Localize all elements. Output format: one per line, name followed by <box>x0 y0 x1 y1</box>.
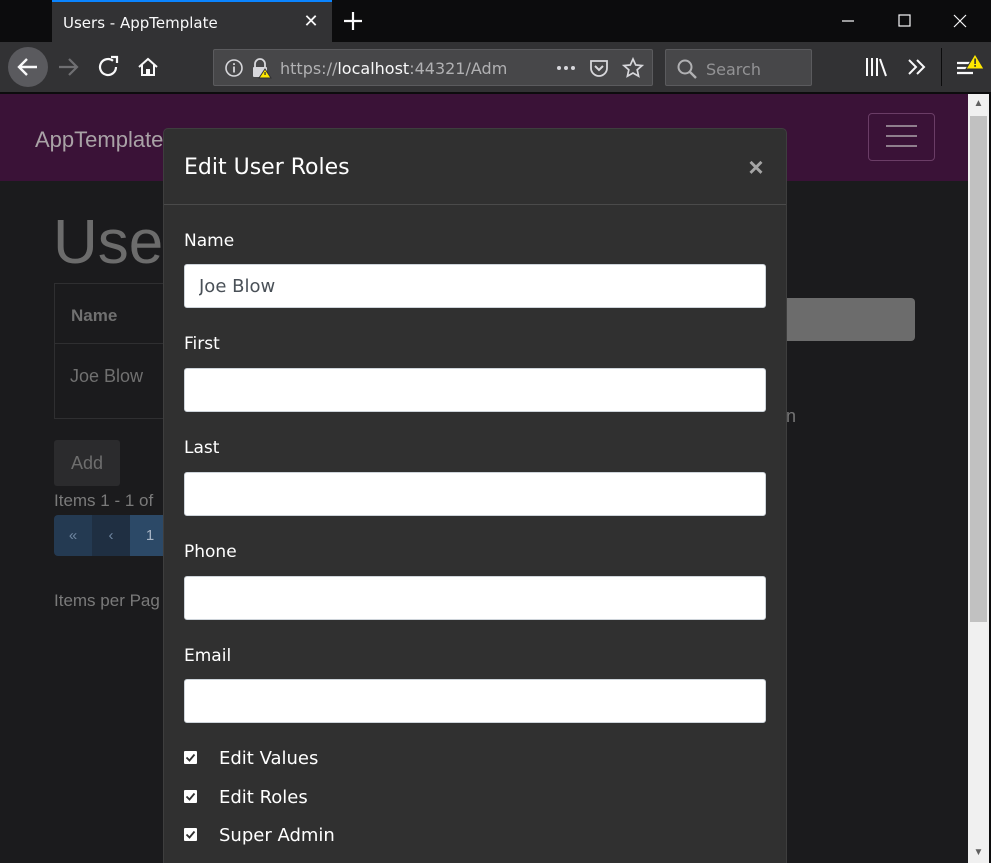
minimize-icon[interactable] <box>820 0 876 42</box>
role-checkbox-row[interactable]: Edit Roles <box>184 787 484 811</box>
hamburger-line <box>886 145 917 147</box>
role-checkbox[interactable] <box>184 751 197 764</box>
page-viewport: AppTemplate User Name Joe Blow n Add Ite… <box>0 94 968 863</box>
table-cell-name: Joe Blow <box>70 366 144 386</box>
last-label: Last <box>184 438 220 458</box>
hamburger-line <box>886 135 917 137</box>
tab-title: Users - AppTemplate <box>63 14 218 32</box>
url-bar[interactable]: https://localhost:44321/Admin <box>213 49 653 86</box>
back-arrow-icon[interactable] <box>8 47 48 87</box>
phone-label: Phone <box>184 542 237 562</box>
navbar-toggle-button[interactable] <box>868 113 935 161</box>
page-prev-button[interactable]: ‹ <box>92 515 130 556</box>
window-close-icon[interactable] <box>932 0 988 42</box>
reload-icon[interactable] <box>90 48 128 86</box>
first-label: First <box>184 334 220 354</box>
items-summary: Items 1 - 1 of <box>54 491 154 510</box>
navigation-toolbar: https://localhost:44321/Admin Search <box>0 42 991 93</box>
maximize-icon[interactable] <box>876 0 932 42</box>
page-first-button[interactable]: « <box>54 515 92 556</box>
forward-arrow-icon[interactable] <box>49 48 87 86</box>
role-label: Edit Values <box>219 748 319 769</box>
column-header-name[interactable]: Name <box>71 306 117 326</box>
browser-window: Users - AppTemplate ✕ https://localhost:… <box>0 0 991 863</box>
role-checkbox-row[interactable]: Super Admin <box>184 825 484 849</box>
role-label: Super Admin <box>219 825 335 846</box>
email-field[interactable] <box>184 679 766 723</box>
library-icon[interactable] <box>864 56 890 83</box>
menu-warning-icon[interactable] <box>953 53 989 85</box>
last-name-field[interactable] <box>184 472 766 516</box>
role-checkbox[interactable] <box>184 828 197 841</box>
home-icon[interactable] <box>129 48 167 86</box>
url-text: https://localhost:44321/Admin <box>280 59 508 78</box>
search-icon <box>676 58 698 85</box>
active-tab[interactable]: Users - AppTemplate ✕ <box>52 0 332 42</box>
search-bar[interactable]: Search <box>665 49 812 86</box>
email-label: Email <box>184 646 232 666</box>
page-scrollbar[interactable]: ▲ ▼ <box>968 94 989 863</box>
insecure-lock-icon[interactable] <box>250 57 272 84</box>
pocket-icon[interactable] <box>588 57 610 84</box>
users-table: Name Joe Blow <box>54 283 175 419</box>
overflow-chevron-icon[interactable] <box>905 56 929 83</box>
role-checkbox-row[interactable]: Edit Values <box>184 748 484 772</box>
modal-close-icon[interactable]: × <box>744 151 768 183</box>
bookmark-star-icon[interactable] <box>621 56 645 84</box>
tab-strip: Users - AppTemplate ✕ <box>0 0 991 42</box>
phone-field[interactable] <box>184 576 766 620</box>
scrollbar-thumb[interactable] <box>970 116 987 622</box>
hamburger-line <box>886 125 917 127</box>
scroll-up-icon[interactable]: ▲ <box>968 94 989 114</box>
page-actions-icon[interactable] <box>554 58 578 83</box>
role-label: Edit Roles <box>219 787 308 808</box>
info-icon[interactable] <box>224 58 244 83</box>
new-tab-icon[interactable] <box>340 7 366 35</box>
modal-header: Edit User Roles × <box>164 129 786 205</box>
filter-button[interactable] <box>786 298 915 341</box>
divider <box>55 343 175 344</box>
partial-text: n <box>786 406 797 426</box>
pagination: « ‹ 1 <box>54 515 170 556</box>
scroll-down-icon[interactable]: ▼ <box>968 843 989 863</box>
role-checkbox[interactable] <box>184 790 197 803</box>
brand-link[interactable]: AppTemplate <box>35 127 163 153</box>
edit-user-roles-modal: Edit User Roles × Name First Last Phone … <box>163 128 787 863</box>
toolbar-separator <box>941 48 942 86</box>
items-per-page-label: Items per Pag <box>54 591 160 610</box>
add-button[interactable]: Add <box>54 440 120 486</box>
name-field[interactable] <box>184 264 766 308</box>
modal-title: Edit User Roles <box>184 155 350 180</box>
search-placeholder: Search <box>706 60 761 79</box>
name-label: Name <box>184 231 235 251</box>
first-name-field[interactable] <box>184 368 766 412</box>
tab-close-icon[interactable]: ✕ <box>300 10 322 32</box>
